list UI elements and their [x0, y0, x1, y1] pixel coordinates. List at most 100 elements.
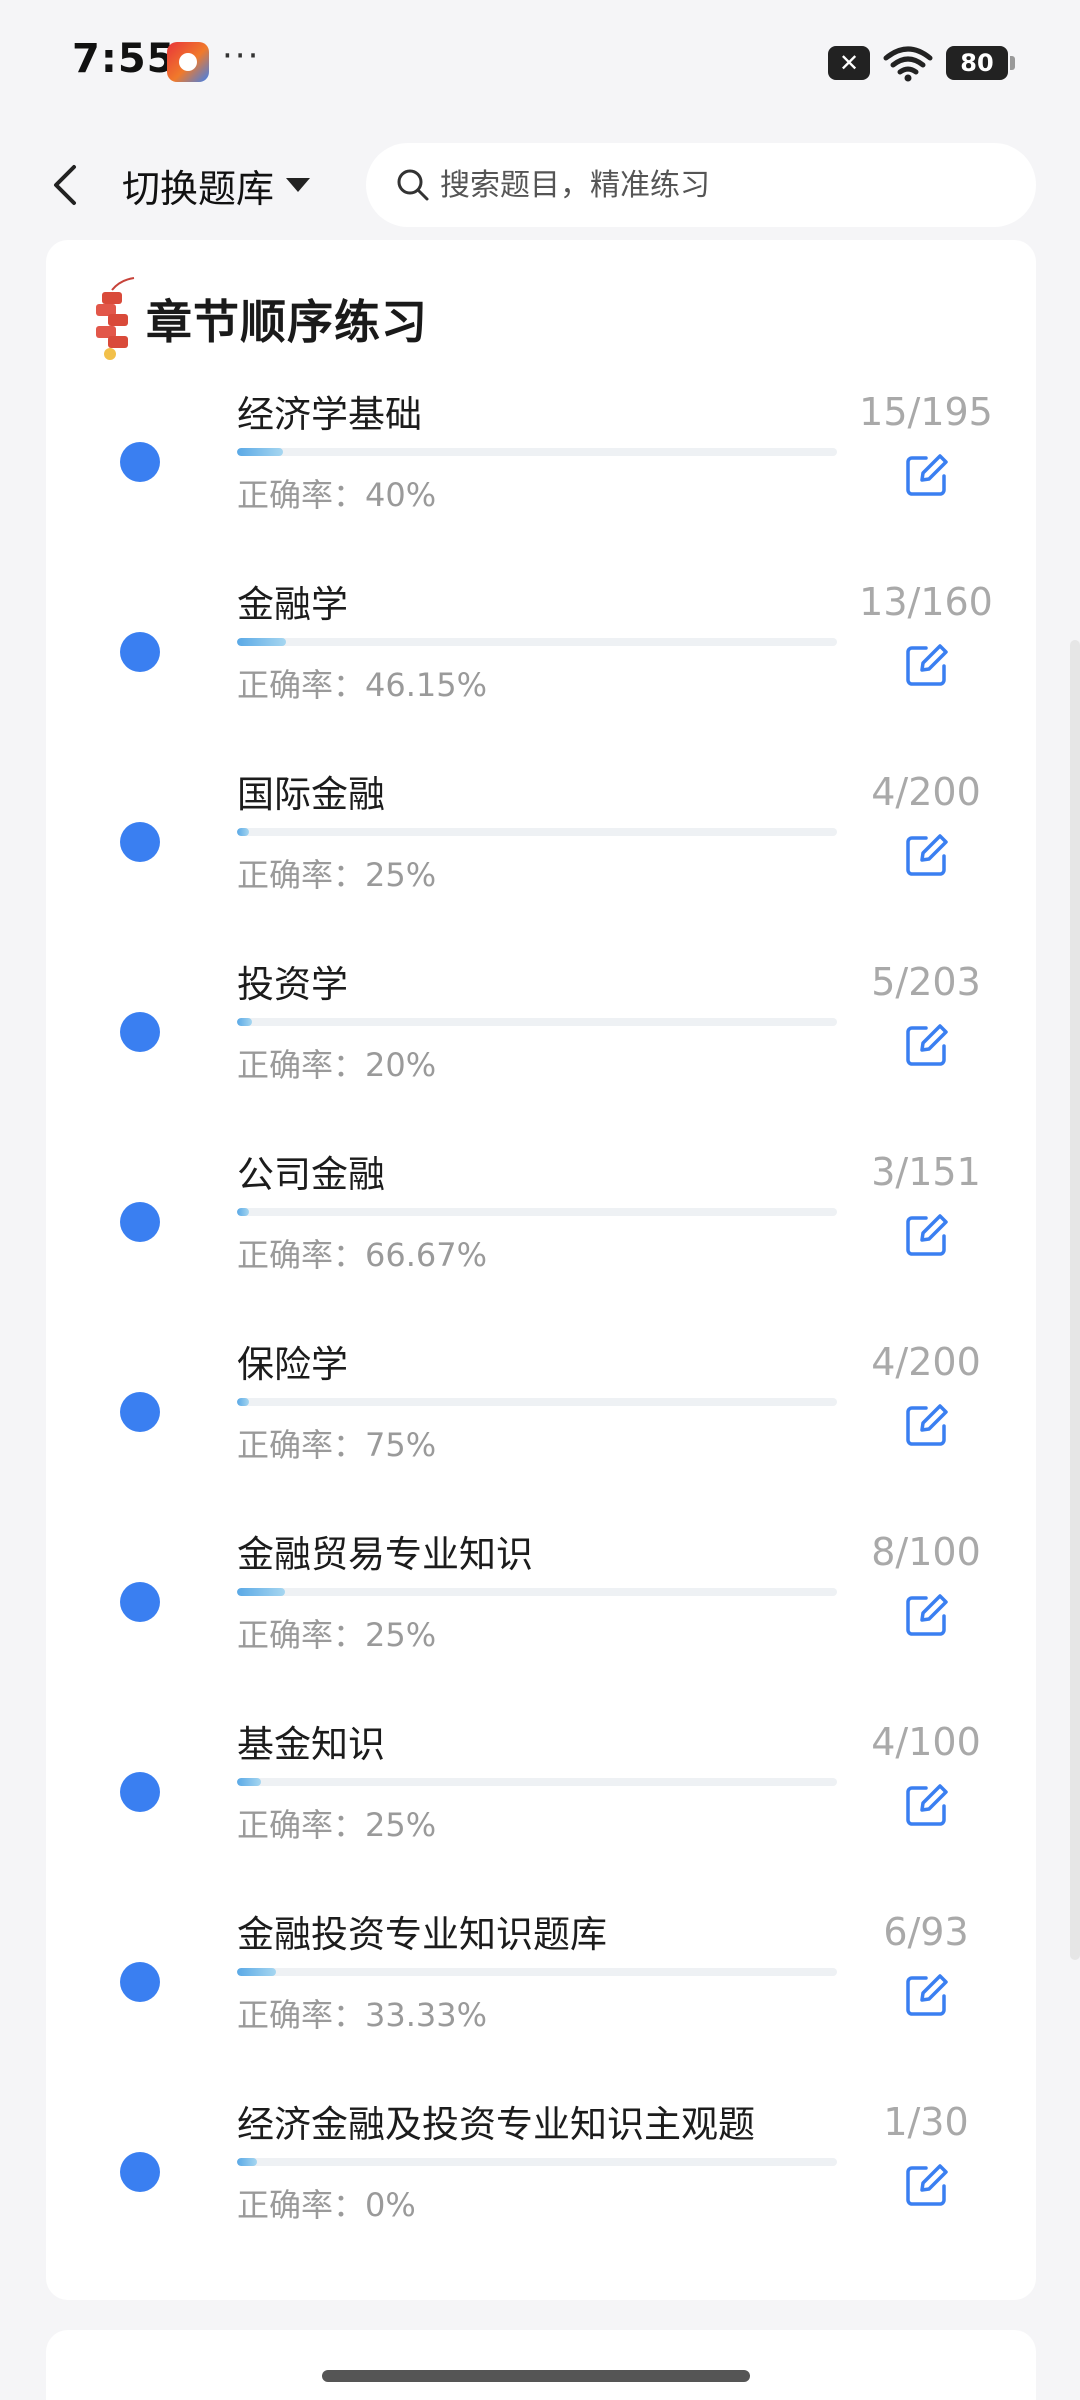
chapter-list: 经济学基础正确率：40% 15/195 金融学正确率：46.15% 13/160 国际金… — [46, 370, 1036, 2270]
screen: 7:55 ··· ✕ 80 切换题库 搜索题目，精准练习 章节顺序练习 经济学基… — [0, 0, 1080, 2400]
chapter-dot — [120, 2152, 160, 2192]
chapter-accuracy: 正确率：0% — [237, 2186, 416, 2224]
chapter-progress-bar — [237, 1208, 837, 1216]
chapter-accuracy: 正确率：25% — [237, 856, 437, 894]
chapter-progress-bar — [237, 1588, 837, 1596]
chapter-progress-fill — [237, 1208, 249, 1216]
chapter-progress-fill — [237, 1968, 276, 1976]
chapter-progress-fill — [237, 1398, 249, 1406]
battery-icon: 80 — [946, 46, 1015, 80]
chapter-item[interactable]: 经济学基础正确率：40% 15/195 — [46, 370, 1036, 560]
chapter-progress-bar — [237, 1778, 837, 1786]
edit-practice-icon[interactable] — [902, 1780, 952, 1830]
chapter-count: 4/200 — [871, 770, 981, 814]
chapter-item[interactable]: 金融贸易专业知识 正确率：25% 8/100 — [46, 1510, 1036, 1700]
chapter-count: 13/160 — [859, 580, 993, 624]
edit-practice-icon[interactable] — [902, 1020, 952, 1070]
scrollbar[interactable] — [1070, 640, 1080, 1960]
chapter-count: 1/30 — [883, 2100, 969, 2144]
chapter-dot — [120, 1772, 160, 1812]
chapter-dot — [120, 1392, 160, 1432]
edit-practice-icon[interactable] — [902, 830, 952, 880]
status-icons: ✕ 80 — [828, 44, 1015, 82]
switch-question-bank-button[interactable]: 切换题库 — [122, 155, 312, 215]
chapter-name: 金融贸易专业知识 — [237, 1533, 533, 1576]
edit-practice-icon[interactable] — [902, 1400, 952, 1450]
chapter-item[interactable]: 金融学正确率：46.15% 13/160 — [46, 560, 1036, 750]
chapter-accuracy: 正确率：66.67% — [237, 1236, 488, 1274]
chapter-accuracy: 正确率：25% — [237, 1806, 437, 1844]
chapter-name: 保险学 — [237, 1343, 348, 1386]
chapter-name: 基金知识 — [237, 1723, 385, 1766]
chapter-accuracy: 正确率：40% — [237, 476, 437, 514]
chapter-item[interactable]: 国际金融正确率：25% 4/200 — [46, 750, 1036, 940]
chapter-dot — [120, 1582, 160, 1622]
chapter-progress-fill — [237, 1778, 261, 1786]
chapter-item[interactable]: 经济金融及投资专业知识主观题正确率：0% 1/30 — [46, 2080, 1036, 2270]
chapter-item[interactable]: 基金知识正确率：25% 4/100 — [46, 1700, 1036, 1890]
edit-practice-icon[interactable] — [902, 450, 952, 500]
chapter-count: 8/100 — [871, 1530, 981, 1574]
edit-practice-icon[interactable] — [902, 2160, 952, 2210]
chapter-progress-bar — [237, 1398, 837, 1406]
more-notifications-icon: ··· — [222, 36, 261, 76]
chapter-accuracy: 正确率：75% — [237, 1426, 437, 1464]
switch-question-bank-label: 切换题库 — [122, 166, 275, 211]
chapter-dot — [120, 1012, 160, 1052]
chevron-left-icon — [54, 165, 76, 205]
chapter-count: 5/203 — [871, 960, 981, 1004]
chapter-name: 投资学 — [237, 963, 348, 1006]
chapter-accuracy: 正确率：46.15% — [237, 666, 488, 704]
chapter-count: 6/93 — [883, 1910, 969, 1954]
home-indicator[interactable] — [322, 2370, 750, 2382]
chapter-progress-fill — [237, 1588, 285, 1596]
chapter-accuracy: 正确率：33.33% — [237, 1996, 488, 2034]
chapter-dot — [120, 442, 160, 482]
chapter-count: 4/100 — [871, 1720, 981, 1764]
chapter-name: 国际金融 — [237, 773, 385, 816]
edit-practice-icon[interactable] — [902, 640, 952, 690]
chapter-dot — [120, 1962, 160, 2002]
chapter-progress-bar — [237, 638, 837, 646]
chapter-accuracy: 正确率：20% — [237, 1046, 437, 1084]
chapter-item[interactable]: 投资学正确率：20% 5/203 — [46, 940, 1036, 1130]
chapter-progress-fill — [237, 1018, 252, 1026]
chapter-name: 金融投资专业知识题库 — [237, 1913, 607, 1956]
chapter-name: 经济学基础 — [237, 393, 422, 436]
chapter-progress-bar — [237, 1018, 837, 1026]
search-input[interactable] — [440, 167, 1000, 203]
search-icon — [397, 169, 429, 201]
chapter-progress-fill — [237, 2158, 257, 2166]
wifi-icon — [883, 46, 933, 82]
chapter-item[interactable]: 公司金融正确率：66.67% 3/151 — [46, 1130, 1036, 1320]
chapter-dot — [120, 822, 160, 862]
chapter-progress-bar — [237, 1968, 837, 1976]
edit-practice-icon[interactable] — [902, 1590, 952, 1640]
chapter-progress-fill — [237, 638, 286, 646]
chapter-progress-bar — [237, 828, 837, 836]
edit-practice-icon[interactable] — [902, 1970, 952, 2020]
chapter-count: 4/200 — [871, 1340, 981, 1384]
chapter-name: 公司金融 — [237, 1153, 385, 1196]
chapter-item[interactable]: 保险学正确率：75% 4/200 — [46, 1320, 1036, 1510]
chapter-count: 15/195 — [859, 390, 993, 434]
back-button[interactable] — [40, 153, 90, 217]
caret-down-icon — [286, 178, 311, 192]
chapter-count: 3/151 — [871, 1150, 981, 1194]
chapter-dot — [120, 632, 160, 672]
header: 切换题库 — [0, 125, 1080, 245]
chapter-progress-bar — [237, 448, 837, 456]
firecracker-icon — [96, 277, 135, 360]
chapter-name: 经济金融及投资专业知识主观题 — [237, 2103, 755, 2146]
edit-practice-icon[interactable] — [902, 1210, 952, 1260]
search-bar[interactable] — [366, 143, 1036, 227]
chapter-dot — [120, 1202, 160, 1242]
status-time: 7:55 — [72, 36, 176, 82]
status-bar: 7:55 ··· ✕ 80 — [0, 0, 1080, 125]
chapter-item[interactable]: 金融投资专业知识题库正确率：33.33% 6/93 — [46, 1890, 1036, 2080]
app-notification-icon — [167, 42, 209, 82]
chapter-practice-card: 章节顺序练习 经济学基础 正确率：40% 15/195 金融学 正确率：46.15% 13… — [46, 240, 1036, 2300]
next-card-peek — [46, 2330, 1036, 2400]
chapter-name: 金融学 — [237, 583, 348, 626]
chapter-progress-fill — [237, 448, 284, 456]
